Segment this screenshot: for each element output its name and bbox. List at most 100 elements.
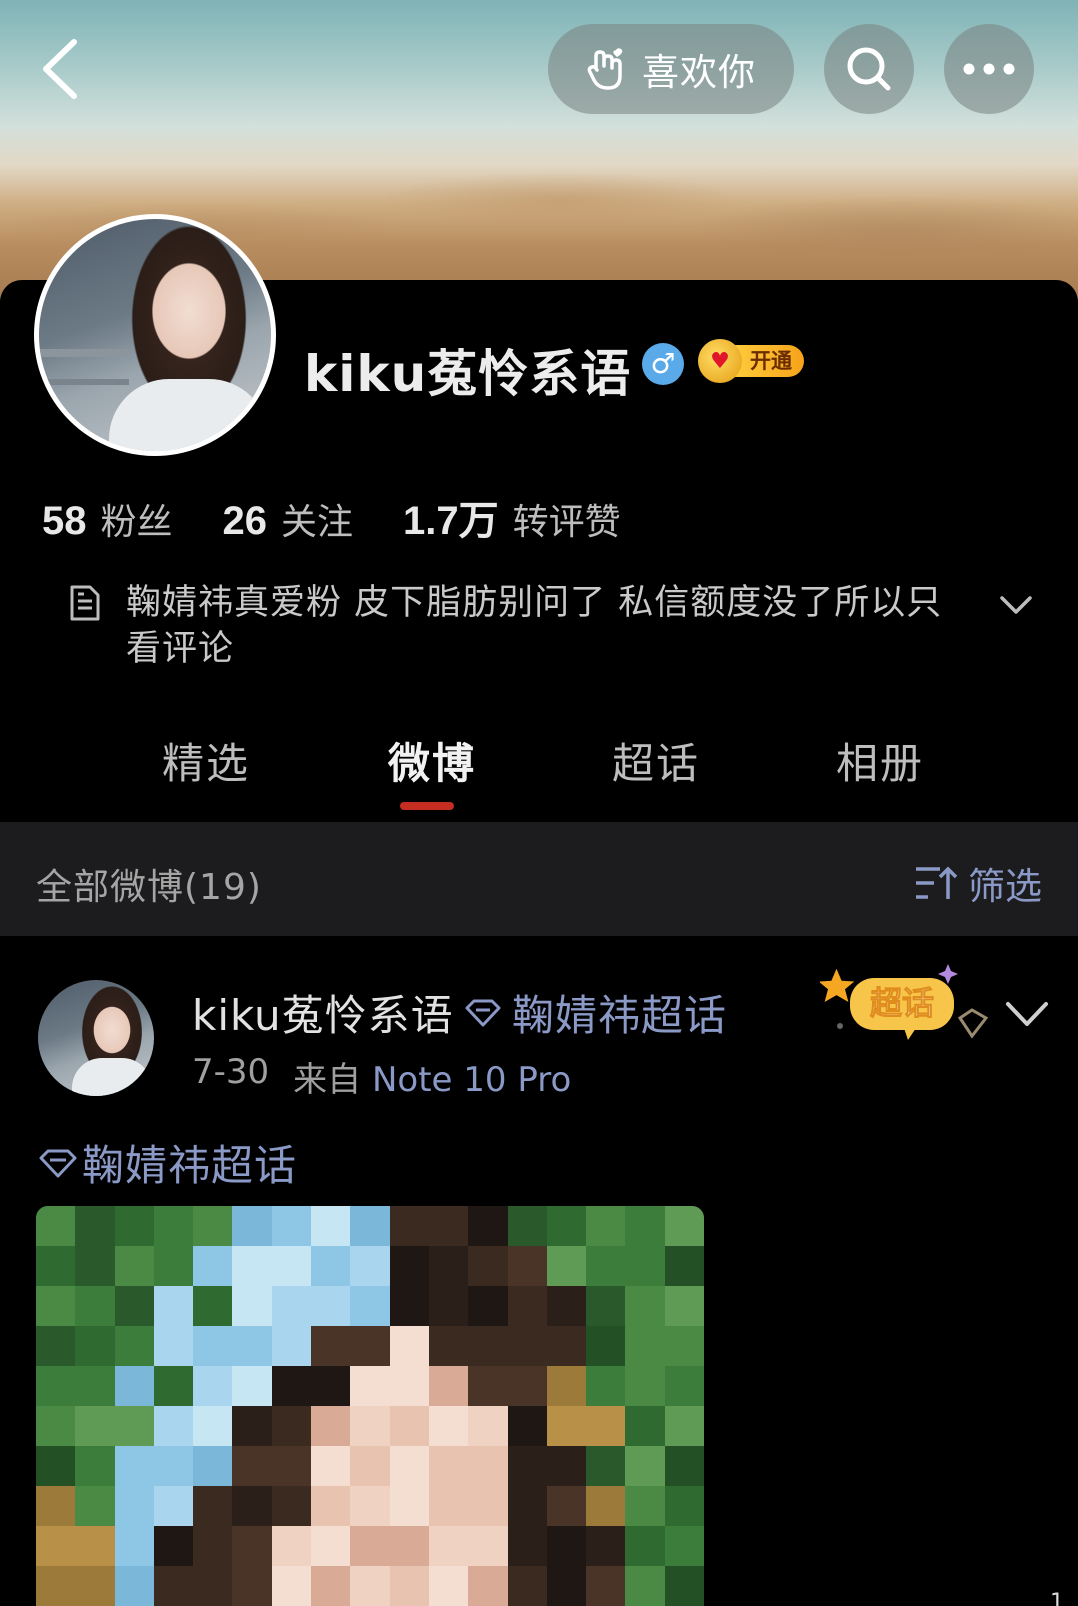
mosaic-cell bbox=[350, 1566, 390, 1606]
mosaic-cell bbox=[468, 1566, 508, 1606]
mosaic-cell bbox=[546, 1406, 587, 1446]
mosaic-cell bbox=[114, 1286, 154, 1326]
mosaic-cell bbox=[232, 1286, 272, 1326]
mosaic-cell bbox=[664, 1286, 704, 1326]
mosaic-cell bbox=[153, 1406, 194, 1446]
mosaic-cell bbox=[153, 1326, 194, 1366]
mosaic-cell bbox=[153, 1286, 194, 1326]
avatar-photo-shirt bbox=[109, 379, 269, 451]
mosaic-cell bbox=[586, 1366, 626, 1406]
mosaic-cell bbox=[468, 1246, 508, 1286]
mosaic-cell bbox=[311, 1326, 351, 1366]
mosaic-cell bbox=[271, 1446, 312, 1486]
tab-album[interactable]: 相册 bbox=[810, 730, 950, 791]
stat-followers[interactable]: 58 粉丝 bbox=[42, 493, 173, 545]
mosaic-cell bbox=[546, 1206, 587, 1246]
mosaic-cell bbox=[350, 1406, 390, 1446]
mosaic-cell bbox=[114, 1326, 154, 1366]
mosaic-cell bbox=[507, 1326, 547, 1366]
mosaic-cell bbox=[232, 1326, 272, 1366]
mosaic-cell bbox=[350, 1326, 390, 1366]
filter-button[interactable]: 筛选 bbox=[914, 856, 1042, 910]
vip-open-badge[interactable]: ♥ 开通 bbox=[698, 339, 810, 383]
stat-interactions-label: 转评赞 bbox=[512, 502, 621, 543]
post-super-topic-link[interactable]: 鞠婧祎超话 bbox=[464, 982, 727, 1043]
tab-featured[interactable]: 精选 bbox=[136, 730, 276, 791]
mosaic-cell bbox=[232, 1406, 272, 1446]
mosaic-cell bbox=[114, 1486, 154, 1526]
mosaic-cell bbox=[75, 1446, 115, 1486]
search-button[interactable] bbox=[824, 24, 914, 114]
mosaic-cell bbox=[350, 1246, 390, 1286]
post-image-pixelated[interactable] bbox=[36, 1206, 704, 1606]
mosaic-cell bbox=[271, 1566, 312, 1606]
mosaic-cell bbox=[389, 1486, 429, 1526]
mosaic-cell bbox=[664, 1206, 704, 1246]
mosaic-cell bbox=[114, 1246, 154, 1286]
mosaic-cell bbox=[193, 1206, 233, 1246]
post-author-name[interactable]: kiku菟怜系语 bbox=[192, 982, 454, 1043]
profile-avatar[interactable] bbox=[34, 214, 276, 456]
mosaic-cell bbox=[193, 1246, 233, 1286]
mosaic-cell bbox=[586, 1566, 626, 1606]
mosaic-cell bbox=[389, 1286, 429, 1326]
hand-heart-icon bbox=[587, 48, 623, 90]
mosaic-cell bbox=[36, 1326, 76, 1366]
super-topic-badge: 超话 bbox=[820, 964, 989, 1040]
back-button[interactable] bbox=[34, 34, 94, 104]
mosaic-cell bbox=[350, 1526, 390, 1566]
mosaic-cell bbox=[428, 1286, 469, 1326]
stat-interactions[interactable]: 1.7万 转评赞 bbox=[403, 488, 621, 546]
mosaic-cell bbox=[75, 1526, 115, 1566]
stat-followers-count: 58 bbox=[42, 499, 87, 543]
mosaic-cell bbox=[507, 1246, 547, 1286]
mosaic-cell bbox=[193, 1446, 233, 1486]
mosaic-cell bbox=[193, 1566, 233, 1606]
diamond-icon bbox=[465, 999, 501, 1026]
mosaic-cell bbox=[114, 1406, 154, 1446]
mosaic-cell bbox=[193, 1406, 233, 1446]
search-icon bbox=[847, 47, 891, 91]
mosaic-cell bbox=[193, 1526, 233, 1566]
mosaic-cell bbox=[507, 1566, 547, 1606]
more-button[interactable] bbox=[944, 24, 1034, 114]
mosaic-cell bbox=[75, 1246, 115, 1286]
mosaic-cell bbox=[232, 1486, 272, 1526]
mosaic-cell bbox=[311, 1446, 351, 1486]
mosaic-cell bbox=[546, 1366, 587, 1406]
diamond-icon bbox=[39, 1149, 77, 1177]
back-arrow-icon bbox=[43, 39, 77, 99]
mosaic-cell bbox=[546, 1566, 587, 1606]
tab-super-topic[interactable]: 超话 bbox=[586, 730, 726, 791]
mosaic-cell bbox=[428, 1246, 469, 1286]
post-topic-label: 鞠婧祎超话 bbox=[512, 991, 728, 1040]
profile-stats: 58 粉丝 26 关注 1.7万 转评赞 bbox=[42, 488, 671, 546]
mosaic-cell bbox=[311, 1526, 351, 1566]
mosaic-cell bbox=[664, 1366, 704, 1406]
filter-bar: 全部微博(19) 筛选 bbox=[0, 822, 1078, 936]
like-you-button[interactable]: 喜欢你 bbox=[548, 24, 794, 114]
avatar-photo-detail bbox=[39, 349, 129, 357]
post-source-device[interactable]: Note 10 Pro bbox=[372, 1060, 571, 1100]
post-topic-tag[interactable]: 鞠婧祎超话 bbox=[38, 1132, 297, 1193]
mosaic-cell bbox=[389, 1526, 429, 1566]
mosaic-cell bbox=[350, 1446, 390, 1486]
profile-tabs: 精选 微博 超话 相册 bbox=[0, 730, 1078, 820]
mosaic-cell bbox=[625, 1286, 665, 1326]
mosaic-cell bbox=[271, 1326, 312, 1366]
chevron-down-icon[interactable] bbox=[996, 590, 1036, 620]
mosaic-cell bbox=[232, 1246, 272, 1286]
mosaic-cell bbox=[428, 1446, 469, 1486]
post-author-avatar[interactable] bbox=[38, 980, 154, 1096]
post-options-chevron-icon[interactable] bbox=[1004, 998, 1050, 1030]
tab-weibo[interactable]: 微博 bbox=[362, 730, 502, 791]
mosaic-cell bbox=[271, 1406, 312, 1446]
all-posts-count[interactable]: 全部微博(19) bbox=[36, 858, 262, 910]
stat-following[interactable]: 26 关注 bbox=[223, 493, 354, 545]
mosaic-cell bbox=[507, 1486, 547, 1526]
mosaic-cell bbox=[428, 1206, 469, 1246]
mosaic-cell bbox=[546, 1326, 587, 1366]
mosaic-cell bbox=[311, 1286, 351, 1326]
mosaic-cell bbox=[75, 1286, 115, 1326]
mosaic-cell bbox=[36, 1446, 76, 1486]
